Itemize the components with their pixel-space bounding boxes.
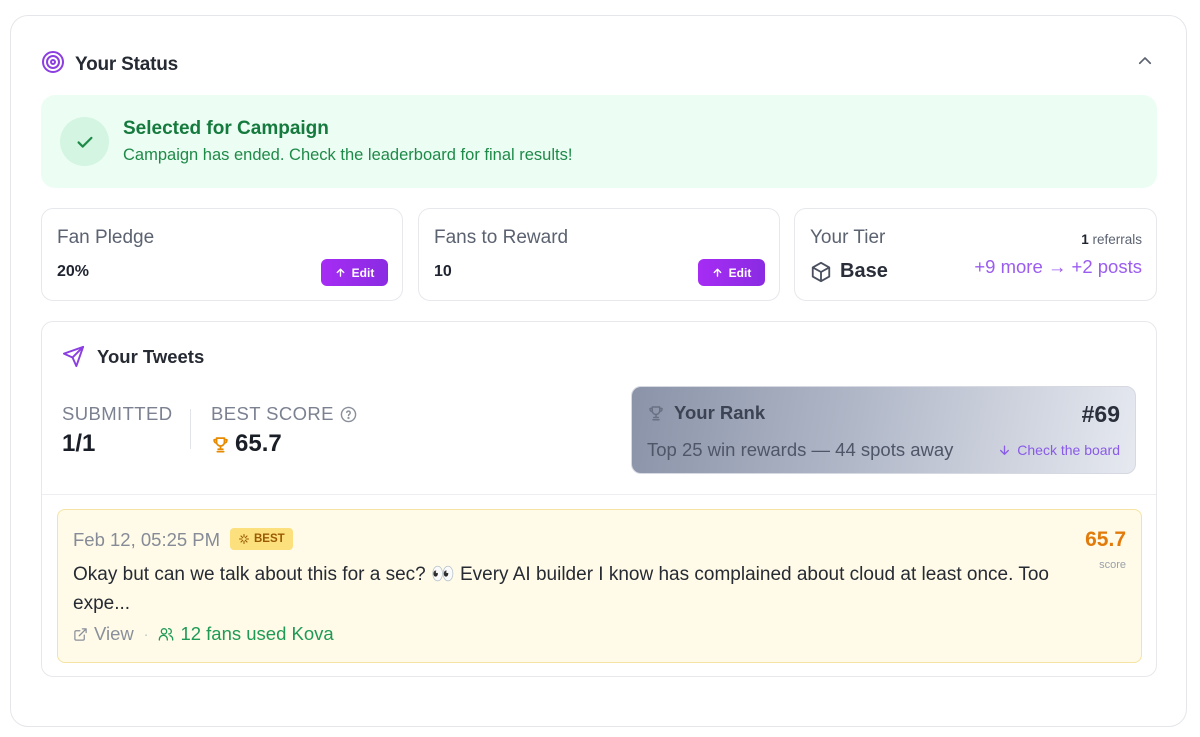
referrals-count: 1 referrals	[1081, 232, 1142, 247]
section-divider	[42, 494, 1156, 495]
rank-card: Your Rank #69 Top 25 win rewards — 44 sp…	[631, 386, 1136, 474]
best-score-label-group: BEST SCORE	[211, 403, 357, 425]
banner-title: Selected for Campaign	[123, 118, 329, 139]
edit-label: Edit	[351, 265, 375, 280]
chevron-up-icon	[1138, 57, 1152, 65]
tweets-section: Your Tweets SUBMITTED 1/1 BEST SCORE 65.…	[41, 321, 1157, 677]
sparkle-icon	[238, 533, 250, 545]
rank-subtitle: Top 25 win rewards — 44 spots away	[647, 439, 954, 460]
referrals-number: 1	[1081, 232, 1089, 247]
target-icon	[41, 50, 65, 79]
best-score-value-group: 65.7	[211, 430, 282, 458]
best-score-label: BEST SCORE	[211, 403, 334, 424]
submitted-label: SUBMITTED	[62, 403, 173, 424]
fan-pledge-value: 20%	[57, 263, 90, 280]
best-score-value: 65.7	[235, 430, 282, 457]
tweet-card: Feb 12, 05:25 PM BEST Okay but can we ta…	[57, 509, 1142, 663]
arrow-down-icon	[1000, 445, 1010, 455]
tweets-title: Your Tweets	[97, 345, 205, 367]
status-panel: Your Status Selected for Campaign Campai…	[10, 15, 1187, 727]
fans-to-reward-edit-button[interactable]: Edit	[698, 259, 765, 286]
users-icon	[159, 628, 174, 641]
fans-to-reward-label: Fans to Reward	[434, 227, 569, 248]
tier-card: Your Tier Base 1 referrals +9 more → +2 …	[794, 208, 1157, 301]
check-icon	[76, 136, 93, 148]
check-board-link[interactable]: Check the board	[998, 442, 1120, 458]
view-tweet-link[interactable]: View	[73, 623, 134, 645]
best-badge-label: BEST	[254, 533, 285, 545]
edit-label: Edit	[728, 265, 752, 280]
rank-title: Your Rank	[674, 402, 766, 423]
question-circle-icon[interactable]	[340, 406, 357, 423]
tweet-date: Feb 12, 05:25 PM	[73, 529, 221, 550]
fan-pledge-label: Fan Pledge	[57, 227, 155, 248]
submitted-value: 1/1	[62, 430, 96, 457]
check-badge	[60, 117, 109, 166]
tier-progress-text: +9 more → +2 posts	[974, 256, 1142, 277]
banner-subtitle: Campaign has ended. Check the leaderboar…	[123, 146, 573, 164]
tweets-header: Your Tweets	[62, 345, 204, 368]
external-link-icon	[74, 627, 87, 641]
fans-to-reward-card: Fans to Reward 10 Edit	[418, 208, 780, 301]
arrow-up-icon	[713, 268, 722, 277]
check-board-label: Check the board	[1017, 442, 1120, 458]
collapse-button[interactable]	[1134, 50, 1156, 72]
view-label: View	[94, 623, 134, 644]
fan-pledge-card: Fan Pledge 20% Edit	[41, 208, 403, 301]
fan-pledge-edit-button[interactable]: Edit	[321, 259, 388, 286]
tweet-score: 65.7	[1085, 528, 1126, 551]
stat-divider	[190, 409, 191, 449]
status-title: Your Status	[75, 53, 179, 75]
referrals-label: referrals	[1092, 232, 1142, 247]
tier-name: Base	[840, 260, 888, 282]
tweet-text: Okay but can we talk about this for a se…	[73, 564, 1049, 614]
separator-dot: ·	[143, 626, 149, 642]
box-icon	[811, 261, 831, 282]
send-icon	[62, 345, 85, 368]
trophy-icon	[213, 436, 228, 452]
rank-value: #69	[1081, 401, 1120, 427]
tweet-footer: View · 12 fans used Kova	[73, 623, 334, 645]
fans-to-reward-value: 10	[434, 263, 452, 280]
campaign-banner: Selected for Campaign Campaign has ended…	[41, 95, 1157, 188]
fans-used-label: 12 fans used Kova	[180, 623, 334, 644]
status-header: Your Status	[41, 50, 178, 79]
fans-used: 12 fans used Kova	[158, 623, 334, 645]
arrow-up-icon	[336, 268, 345, 277]
tier-label: Your Tier	[810, 227, 886, 248]
trophy-icon	[649, 406, 663, 421]
rank-title-group: Your Rank	[647, 402, 765, 424]
tweet-score-label: score	[1099, 559, 1126, 571]
tier-value: Base	[810, 260, 888, 283]
best-badge: BEST	[230, 528, 293, 550]
